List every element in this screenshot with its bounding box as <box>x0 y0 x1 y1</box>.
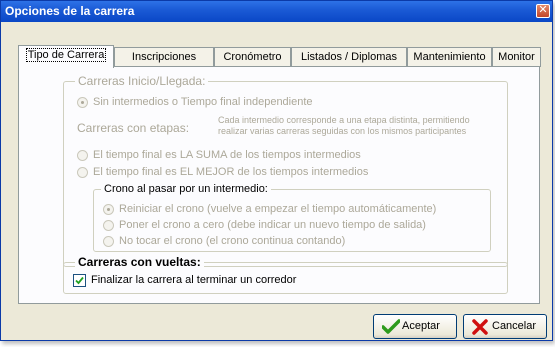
tab-label: Tipo de Carrera <box>25 48 107 62</box>
radio-mejor-label: El tiempo final es EL MEJOR de los tiemp… <box>93 166 369 178</box>
etapas-note-line1: Cada intermedio corresponde a una etapa … <box>218 115 470 125</box>
radio-reiniciar[interactable] <box>103 204 114 215</box>
accept-label: Aceptar <box>402 320 440 332</box>
checkmark-icon <box>75 276 84 285</box>
checkbox-finalizar[interactable] <box>73 274 86 287</box>
radio-suma[interactable] <box>77 150 88 161</box>
accept-button[interactable]: Aceptar <box>373 314 457 339</box>
radio-sin-intermedios[interactable] <box>77 97 88 108</box>
tab-inscripciones[interactable]: Inscripciones <box>114 47 214 67</box>
radio-no-tocar-label: No tocar el crono (el crono continua con… <box>119 235 346 247</box>
tab-label: Cronómetro <box>223 51 282 63</box>
tab-label: Mantenimiento <box>413 51 486 63</box>
cancel-label: Cancelar <box>492 320 537 332</box>
tab-label: Inscripciones <box>131 51 197 63</box>
radio-mejor[interactable] <box>77 167 88 178</box>
tab-panel: Carreras Inicio/Llegada: Sin intermedios… <box>18 66 540 304</box>
etapas-label: Carreras con etapas: <box>77 121 190 135</box>
tab-listados-diplomas[interactable]: Listados / Diplomas <box>291 47 407 67</box>
tab-label: Monitor <box>498 51 535 63</box>
window-title: Opciones de la carrera <box>5 4 135 18</box>
dialog-window: Opciones de la carrera ✕ Tipo de Carrera… <box>0 0 553 341</box>
radio-sin-intermedios-label: Sin intermedios o Tiempo final independi… <box>93 96 313 108</box>
tab-cronometro[interactable]: Cronómetro <box>214 47 291 67</box>
radio-suma-label: El tiempo final es LA SUMA de los tiempo… <box>93 149 361 161</box>
tab-mantenimiento[interactable]: Mantenimiento <box>407 47 492 67</box>
radio-cero[interactable] <box>103 220 114 231</box>
tab-label: Listados / Diplomas <box>301 51 397 63</box>
close-icon[interactable]: ✕ <box>536 4 550 18</box>
group-legend: Carreras Inicio/Llegada: <box>75 74 209 88</box>
etapas-note-line2: realizar varias carreras seguidas con lo… <box>218 126 467 136</box>
cancel-button[interactable]: Cancelar <box>463 314 547 339</box>
group-legend: Crono al pasar por un intermedio: <box>101 183 271 195</box>
radio-no-tocar[interactable] <box>103 236 114 247</box>
checkmark-icon <box>382 319 400 334</box>
checkbox-finalizar-label: Finalizar la carrera al terminar un corr… <box>91 274 297 286</box>
tab-monitor[interactable]: Monitor <box>492 47 541 67</box>
radio-cero-label: Poner el crono a cero (debe indicar un n… <box>119 219 426 231</box>
title-bar[interactable]: Opciones de la carrera ✕ <box>1 1 552 22</box>
radio-reiniciar-label: Reiniciar el crono (vuelve a empezar el … <box>119 203 437 215</box>
group-legend: Carreras con vueltas: <box>75 255 204 269</box>
cross-icon <box>472 319 488 335</box>
tab-tipo-de-carrera[interactable]: Tipo de Carrera <box>18 45 114 68</box>
